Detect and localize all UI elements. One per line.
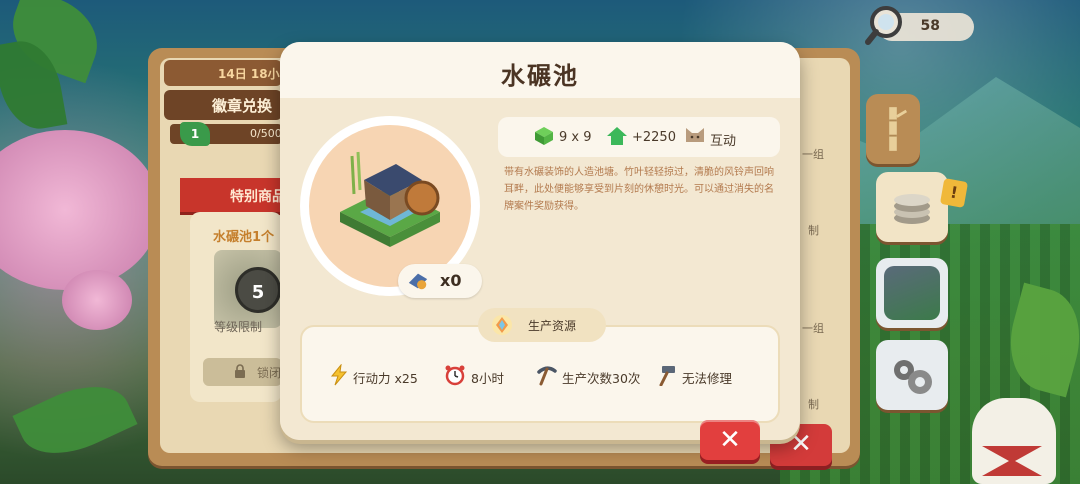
level-lock-badge: 5 bbox=[235, 267, 281, 313]
resource-production-count: 生产次数30次 bbox=[562, 371, 641, 386]
resource-action-points: 行动力 x25 bbox=[353, 371, 418, 386]
coin-stack-icon bbox=[894, 194, 930, 224]
size-cube-icon bbox=[535, 127, 553, 145]
alert-badge: ! bbox=[939, 178, 969, 208]
cat-icon bbox=[686, 128, 704, 142]
level-badge: 1 bbox=[180, 122, 210, 146]
tab-bamboo[interactable] bbox=[866, 94, 920, 164]
close-button[interactable]: ✕ bbox=[700, 420, 760, 460]
lightning-icon bbox=[330, 364, 348, 386]
level-limit-text: 等级限制 bbox=[214, 320, 263, 334]
shop-item-title: 水碾池1个 bbox=[213, 230, 275, 245]
magnifier-icon[interactable] bbox=[864, 4, 908, 48]
special-goods-ribbon: 特别商品 bbox=[180, 178, 282, 212]
prosperity-value: +2250 bbox=[632, 130, 676, 145]
building-detail-modal: 水碾池 x0 9 x 9 +2250 互动 带有水碾装饰的人造池塘。竹叶轻轻掠过… bbox=[280, 42, 800, 440]
side-text: 一组 bbox=[802, 148, 824, 161]
cherry-tree-small bbox=[62, 270, 132, 330]
prosperity-house-icon bbox=[607, 127, 627, 145]
tab-gears[interactable] bbox=[876, 340, 948, 410]
owned-count-pill: x0 bbox=[398, 264, 482, 298]
side-text: 制 bbox=[808, 398, 819, 411]
side-text: 一组 bbox=[802, 322, 824, 335]
resource-repair-status: 无法修理 bbox=[682, 371, 733, 386]
pickaxe-icon bbox=[537, 366, 557, 386]
event-timer: 14日 18小时 bbox=[164, 60, 282, 86]
building-description: 带有水碾装饰的人造池塘。竹叶轻轻掠过，清脆的风铃声回响耳畔，此处便能够享受到片刻… bbox=[504, 167, 774, 212]
alarm-clock-icon bbox=[445, 365, 465, 386]
interaction-label: 互动 bbox=[710, 134, 737, 149]
side-text: 制 bbox=[808, 224, 819, 237]
lock-icon bbox=[235, 364, 245, 378]
bamboo-icon bbox=[889, 107, 908, 151]
resource-duration: 8小时 bbox=[471, 371, 504, 386]
search-count: 58 bbox=[920, 18, 940, 34]
gear-icon bbox=[894, 360, 932, 394]
blueprint-icon bbox=[408, 273, 428, 290]
hammer-icon bbox=[659, 366, 675, 386]
modal-title: 水碾池 bbox=[501, 62, 579, 90]
water-mill-illustration bbox=[340, 151, 440, 247]
production-resource-title: 生产资源 bbox=[528, 319, 577, 333]
production-resource-header: 生产资源 bbox=[478, 308, 606, 342]
tab-coins[interactable] bbox=[876, 172, 948, 242]
building-size: 9 x 9 bbox=[559, 130, 592, 145]
rainbow-gem-icon bbox=[492, 315, 512, 335]
badge-progress-text: 0/500 bbox=[250, 127, 282, 140]
badge-exchange-title: 徽章兑换 bbox=[164, 90, 282, 120]
owned-count: x0 bbox=[440, 271, 462, 290]
water-mill-thumbnail bbox=[884, 266, 940, 320]
tab-water-mill-pond[interactable] bbox=[876, 258, 948, 328]
